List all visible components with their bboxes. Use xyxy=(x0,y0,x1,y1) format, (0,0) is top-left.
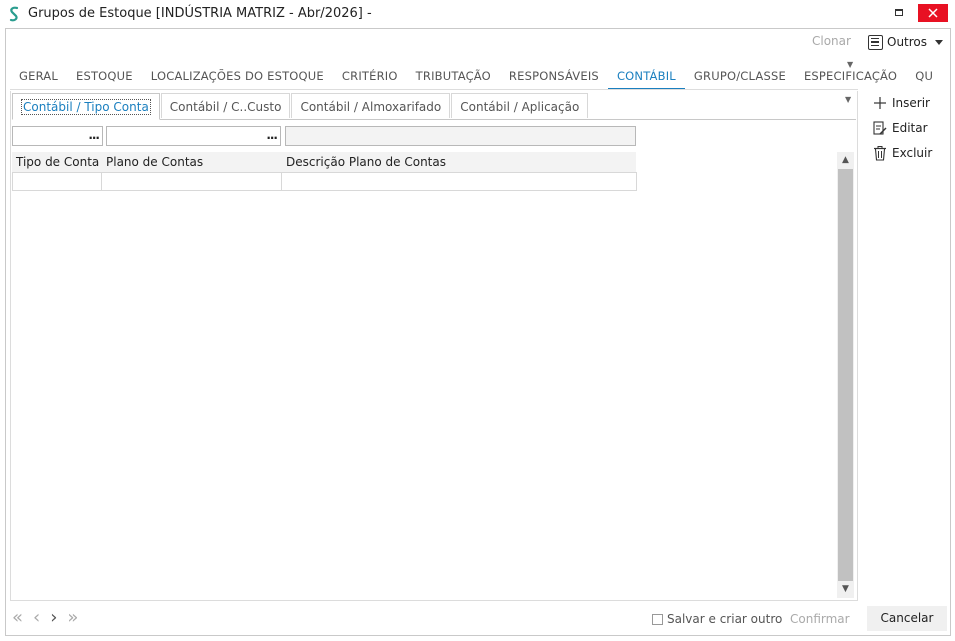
tab-tributacao[interactable]: TRIBUTAÇÃO xyxy=(407,64,500,90)
clonar-button[interactable]: Clonar xyxy=(812,34,851,48)
excluir-button[interactable]: Excluir xyxy=(872,143,932,163)
subtab-aplicacao[interactable]: Contábil / Aplicação xyxy=(451,93,589,118)
subtabs-overflow-icon[interactable]: ▼ xyxy=(845,95,851,104)
salvar-criar-outro-label: Salvar e criar outro xyxy=(667,612,783,626)
table-cell[interactable] xyxy=(13,173,102,190)
main-tab-bar: GERAL ESTOQUE LOCALIZAÇÕES DO ESTOQUE CR… xyxy=(10,64,933,90)
scroll-down-icon[interactable]: ▼ xyxy=(837,581,854,598)
tab-localizacoes[interactable]: LOCALIZAÇÕES DO ESTOQUE xyxy=(142,64,333,90)
cancelar-button[interactable]: Cancelar xyxy=(867,606,947,631)
lookup-button[interactable]: ... xyxy=(266,128,278,142)
close-button[interactable] xyxy=(918,4,948,22)
tab-qu[interactable]: QU xyxy=(906,64,933,90)
chevron-down-icon xyxy=(935,39,944,45)
subtab-label: Contábil / Tipo Conta xyxy=(21,99,151,115)
scroll-up-icon[interactable]: ▲ xyxy=(837,152,854,169)
restore-icon xyxy=(895,9,903,16)
close-icon xyxy=(928,8,938,18)
descricao-filter-input[interactable] xyxy=(285,126,636,146)
tipo-conta-filter-input[interactable]: ... xyxy=(12,126,103,146)
table-cell[interactable] xyxy=(102,173,282,190)
first-record-icon[interactable]: « xyxy=(12,608,23,628)
list-icon xyxy=(868,34,883,50)
editar-button[interactable]: Editar xyxy=(872,118,928,138)
minimize-button[interactable] xyxy=(888,4,908,22)
scroll-thumb[interactable] xyxy=(838,169,853,581)
edit-icon xyxy=(873,121,887,135)
column-header-descricao[interactable]: Descrição Plano de Contas xyxy=(282,152,636,172)
inserir-label: Inserir xyxy=(892,96,930,110)
app-logo-icon xyxy=(9,6,19,22)
checkbox-icon[interactable] xyxy=(652,613,663,625)
table-cell[interactable] xyxy=(282,173,636,190)
column-header-plano-contas[interactable]: Plano de Contas xyxy=(102,152,282,172)
vertical-scrollbar[interactable]: ▲ ▼ xyxy=(837,152,854,598)
tab-responsaveis[interactable]: RESPONSÁVEIS xyxy=(500,64,608,90)
column-header-tipo-conta[interactable]: Tipo de Conta xyxy=(12,152,102,172)
last-record-icon[interactable]: » xyxy=(67,608,78,628)
table-row[interactable] xyxy=(12,172,637,191)
tab-estoque[interactable]: ESTOQUE xyxy=(67,64,142,90)
lookup-button[interactable]: ... xyxy=(88,128,100,142)
sub-tab-bar: Contábil / Tipo Conta Contábil / C..Cust… xyxy=(12,93,589,120)
window-title: Grupos de Estoque [INDÚSTRIA MATRIZ - Ab… xyxy=(28,6,372,21)
plus-icon xyxy=(874,97,886,109)
tab-geral[interactable]: GERAL xyxy=(10,64,67,90)
subtab-almoxarifado[interactable]: Contábil / Almoxarifado xyxy=(291,93,451,118)
tab-contabil[interactable]: CONTÁBIL xyxy=(607,64,685,90)
previous-record-icon[interactable]: ‹ xyxy=(33,608,40,628)
confirmar-button[interactable]: Confirmar xyxy=(790,612,850,626)
outros-menu-button[interactable]: Outros xyxy=(868,33,944,51)
tab-grupo-classe[interactable]: GRUPO/CLASSE xyxy=(685,64,795,90)
inserir-button[interactable]: Inserir xyxy=(872,93,930,113)
editar-label: Editar xyxy=(892,121,928,135)
subtab-tipo-conta[interactable]: Contábil / Tipo Conta xyxy=(12,93,160,120)
grid-header: Tipo de Conta Plano de Contas Descrição … xyxy=(12,152,636,172)
plano-contas-filter-input[interactable]: ... xyxy=(106,126,281,146)
outros-label: Outros xyxy=(887,35,928,49)
tab-criterio[interactable]: CRITÉRIO xyxy=(333,64,407,90)
salvar-criar-outro-checkbox[interactable]: Salvar e criar outro xyxy=(652,612,782,626)
record-navigation: « ‹ › » xyxy=(12,608,78,628)
trash-icon xyxy=(874,146,886,161)
title-bar: Grupos de Estoque [INDÚSTRIA MATRIZ - Ab… xyxy=(0,0,955,28)
next-record-icon[interactable]: › xyxy=(50,608,57,628)
divider xyxy=(10,89,858,90)
subtab-centro-custo[interactable]: Contábil / C..Custo xyxy=(160,93,291,118)
excluir-label: Excluir xyxy=(892,146,933,160)
tabs-overflow-icon[interactable]: ▼ xyxy=(847,60,853,69)
